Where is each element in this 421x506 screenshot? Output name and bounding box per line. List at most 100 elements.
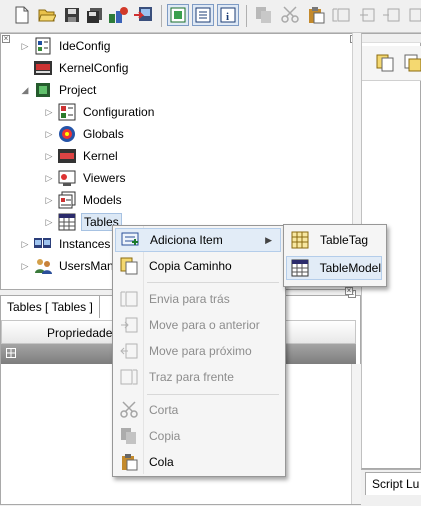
tree-item-models[interactable]: ▷ Models — [44, 189, 124, 211]
open-folder-icon[interactable] — [37, 5, 57, 25]
table-tag-icon — [288, 230, 312, 250]
tree-item-tables[interactable]: ▷ Tables — [44, 211, 122, 233]
tree-item-instances[interactable]: ▷ Instances — [20, 233, 112, 255]
cut-icon[interactable] — [280, 5, 300, 25]
tree-item-label: IdeConfig — [59, 39, 111, 53]
expand-arrow-icon[interactable]: ▷ — [44, 107, 54, 118]
send-backward-icon[interactable] — [356, 5, 376, 25]
tree-item-ideconfig[interactable]: ▷ IdeConfig — [20, 35, 112, 57]
tree-item-label: Kernel — [83, 149, 118, 163]
menu-item-label: Copia Caminho — [149, 259, 232, 273]
menu-item-corta[interactable]: Corta — [115, 398, 281, 422]
new-file-icon[interactable] — [12, 5, 32, 25]
close-icon[interactable]: × — [345, 287, 353, 295]
paste-icon[interactable] — [306, 5, 326, 25]
tree-item-label: UsersMan — [59, 259, 114, 273]
toggle-list-icon[interactable] — [192, 4, 214, 26]
tree-item-label: Globals — [83, 127, 124, 141]
copy-icon[interactable] — [254, 5, 274, 25]
tree-item-kernelconfig[interactable]: KernelConfig — [20, 57, 130, 79]
menu-item-copia[interactable]: Copia — [115, 424, 281, 448]
tab-tables[interactable]: Tables [ Tables ] — [1, 296, 100, 318]
add-item-icon — [118, 230, 142, 250]
tab-script-lua[interactable]: Script Lu — [365, 472, 421, 495]
build-icon[interactable] — [108, 5, 128, 25]
models-icon — [57, 191, 77, 209]
tree-item-usersman[interactable]: ▷ UsersMan — [20, 255, 116, 277]
expand-arrow-icon[interactable]: ▷ — [44, 151, 54, 162]
column-header-label: Propriedade — [47, 326, 113, 340]
tree-item-viewers[interactable]: ▷ Viewers — [44, 167, 127, 189]
close-icon[interactable]: × — [2, 35, 10, 43]
tree-item-label: Configuration — [83, 105, 155, 119]
bring-to-front-icon — [117, 367, 141, 387]
info-icon[interactable]: i — [217, 4, 239, 26]
send-to-back-icon — [117, 289, 141, 309]
viewers-icon — [57, 169, 77, 187]
save-all-icon[interactable] — [85, 5, 105, 25]
add-item-submenu: TableTag TableModel — [283, 224, 387, 287]
menu-item-traz-para-frente[interactable]: Traz para frente — [115, 365, 281, 389]
main-toolbar: i — [0, 0, 421, 33]
save-icon[interactable] — [62, 5, 82, 25]
menu-item-label: Adiciona Item — [150, 233, 223, 247]
menu-item-envia-para-tras[interactable]: Envia para trás — [115, 287, 281, 311]
tree-item-configuration[interactable]: ▷ Configuration — [44, 101, 156, 123]
copy-page-icon[interactable] — [376, 54, 394, 75]
globals-icon — [57, 125, 77, 143]
expand-arrow-icon[interactable]: ▷ — [44, 173, 54, 184]
script-panel-area: Script Lu — [361, 469, 421, 506]
copy-icon — [117, 426, 141, 446]
expand-arrow-icon[interactable]: ▷ — [20, 239, 30, 250]
menu-item-label: Move para próximo — [149, 344, 252, 358]
menu-item-move-para-proximo[interactable]: Move para próximo — [115, 339, 281, 363]
tree-item-label: Project — [59, 83, 97, 97]
expand-arrow-icon[interactable]: ▷ — [44, 195, 54, 206]
menu-item-label: Cola — [149, 455, 174, 469]
menu-item-label: Move para o anterior — [149, 318, 260, 332]
tree-item-kernel[interactable]: ▷ Kernel — [44, 145, 120, 167]
right-panel-toolbar — [362, 46, 421, 81]
table-model-icon — [289, 258, 312, 278]
config-icon — [33, 37, 53, 55]
users-icon — [33, 257, 53, 275]
svg-text:i: i — [226, 11, 229, 23]
submenu-item-tablemodel[interactable]: TableModel — [286, 256, 382, 280]
tree-item-globals[interactable]: ▷ Globals — [44, 123, 126, 145]
menu-item-cola[interactable]: Cola — [115, 450, 281, 474]
paste-icon — [117, 452, 141, 472]
move-icon[interactable] — [381, 5, 401, 25]
tree-item-label: KernelConfig — [59, 61, 129, 75]
tree-item-label: Models — [83, 193, 122, 207]
menu-item-label: Traz para frente — [149, 370, 234, 384]
tree-item-label: Instances — [59, 237, 111, 251]
properties-scrollbar[interactable] — [351, 364, 361, 504]
paste-page-icon[interactable] — [404, 54, 421, 75]
deploy-icon[interactable] — [133, 5, 153, 25]
menu-item-copia-caminho[interactable]: Copia Caminho — [115, 254, 281, 278]
expand-box-icon[interactable] — [6, 348, 16, 358]
expand-arrow-icon[interactable]: ▷ — [44, 217, 54, 228]
copy-path-icon — [117, 256, 141, 276]
menu-item-label: Copia — [149, 429, 181, 443]
kernel-icon — [57, 147, 77, 165]
submenu-item-tabletag[interactable]: TableTag — [286, 228, 382, 252]
expand-arrow-icon[interactable]: ▷ — [20, 261, 30, 272]
tree-item-project[interactable]: ◢ Project — [20, 79, 98, 101]
menu-item-adiciona-item[interactable]: Adiciona Item ▶ — [115, 228, 281, 252]
menu-item-label: TableTag — [320, 233, 369, 247]
instances-icon — [33, 235, 53, 253]
menu-item-move-para-o-anterior[interactable]: Move para o anterior — [115, 313, 281, 337]
move-next-icon[interactable] — [404, 5, 421, 25]
expand-arrow-icon[interactable]: ▷ — [20, 41, 30, 52]
kernel-config-icon — [33, 59, 53, 77]
context-menu: Adiciona Item ▶ Copia Caminho Envia para… — [112, 225, 286, 477]
tables-icon — [57, 213, 77, 231]
move-previous-icon — [117, 315, 141, 335]
expand-arrow-icon[interactable]: ▷ — [44, 129, 54, 140]
collapse-arrow-icon[interactable]: ◢ — [20, 85, 30, 96]
menu-item-label: TableModel — [319, 261, 381, 275]
bring-forward-icon[interactable] — [331, 5, 351, 25]
menu-item-label: Corta — [149, 403, 179, 417]
toggle-tree-icon[interactable] — [167, 4, 189, 26]
